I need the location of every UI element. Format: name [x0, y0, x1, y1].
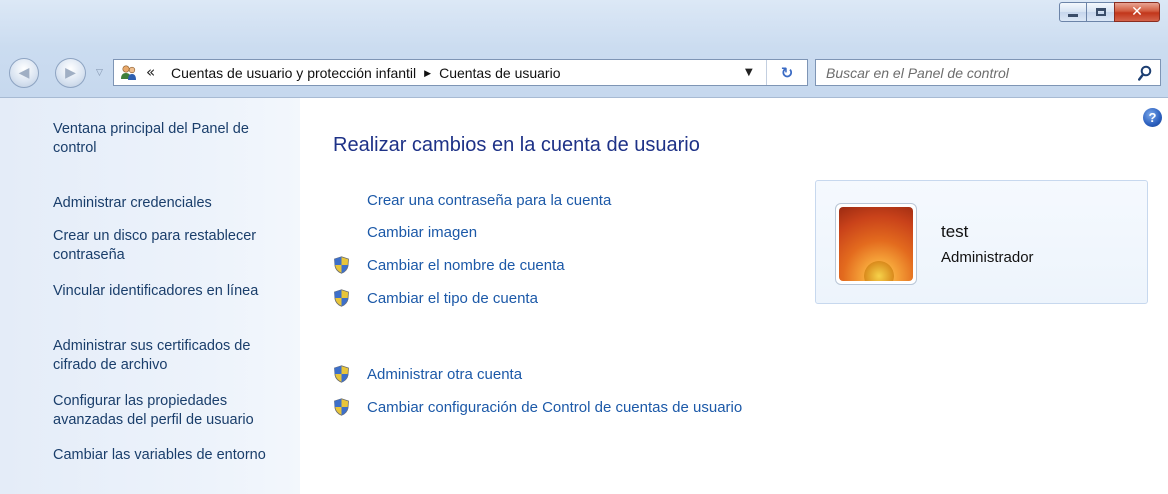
uac-settings-link[interactable]: Cambiar configuración de Control de cuen… — [333, 397, 742, 417]
task-label: Cambiar el tipo de cuenta — [367, 289, 538, 307]
user-accounts-icon — [121, 65, 136, 80]
help-icon[interactable]: ? — [1143, 108, 1162, 127]
search-box[interactable]: Buscar en el Panel de control — [815, 59, 1161, 86]
close-button[interactable]: ✕ — [1114, 2, 1160, 22]
close-icon: ✕ — [1131, 4, 1143, 20]
sidebar-item-advanced-profile-properties[interactable]: Configurar las propiedades avanzadas del… — [53, 392, 293, 430]
refresh-icon: ↻ — [780, 63, 794, 82]
page-title: Realizar cambios en la cuenta de usuario — [333, 134, 700, 156]
title-bar: ✕ — [0, 0, 1168, 48]
avatar — [835, 203, 917, 285]
maximize-icon — [1095, 8, 1106, 16]
breadcrumb: Cuentas de usuario y protección infantil… — [171, 65, 561, 81]
sidebar-item-password-reset-disk[interactable]: Crear un disco para restablecer contrase… — [53, 227, 293, 265]
address-dropdown-icon[interactable]: ▼ — [745, 67, 753, 78]
uac-shield-icon — [334, 398, 349, 416]
back-arrow-icon: ◀ — [18, 65, 30, 81]
refresh-button[interactable]: ↻ — [766, 60, 807, 85]
forward-button[interactable]: ▶ — [55, 58, 86, 88]
flower-picture-icon — [839, 207, 913, 281]
main-content: ? Realizar cambios en la cuenta de usuar… — [300, 98, 1168, 494]
minimize-icon — [1068, 13, 1078, 17]
change-account-type-link[interactable]: Cambiar el tipo de cuenta — [333, 288, 538, 308]
change-picture-link[interactable]: Cambiar imagen — [333, 222, 477, 242]
account-card: test Administrador — [815, 180, 1148, 304]
sidebar-item-file-encryption-certificates[interactable]: Administrar sus certificados de cifrado … — [53, 337, 293, 375]
uac-shield-icon — [334, 256, 349, 274]
maximize-button[interactable] — [1086, 2, 1115, 22]
sidebar-item-manage-credentials[interactable]: Administrar credenciales — [53, 194, 293, 213]
account-type: Administrador — [941, 249, 1034, 266]
task-label: Administrar otra cuenta — [367, 365, 523, 383]
task-label: Crear una contraseña para la cuenta — [367, 191, 612, 209]
sidebar-item-control-panel-home[interactable]: Ventana principal del Panel de control — [53, 120, 293, 158]
address-bar[interactable]: « Cuentas de usuario y protección infant… — [113, 59, 808, 86]
uac-shield-icon — [334, 289, 349, 307]
breadcrumb-item-user-accounts-and-family-safety[interactable]: Cuentas de usuario y protección infantil — [171, 65, 416, 81]
task-label: Cambiar el nombre de cuenta — [367, 256, 565, 274]
task-label: Cambiar configuración de Control de cuen… — [367, 398, 743, 416]
search-icon[interactable] — [1138, 65, 1152, 81]
uac-shield-icon — [334, 365, 349, 383]
forward-arrow-icon: ▶ — [65, 65, 76, 81]
address-overflow-chevron[interactable]: « — [146, 63, 155, 81]
search-input[interactable]: Buscar en el Panel de control — [826, 65, 1009, 81]
manage-another-account-link[interactable]: Administrar otra cuenta — [333, 364, 522, 384]
task-label: Cambiar imagen — [367, 223, 478, 241]
create-password-link[interactable]: Crear una contraseña para la cuenta — [333, 190, 611, 210]
breadcrumb-item-user-accounts[interactable]: Cuentas de usuario — [439, 65, 560, 81]
account-name: test — [941, 222, 969, 241]
sidebar: Ventana principal del Panel de control A… — [0, 98, 300, 494]
breadcrumb-separator-icon[interactable]: ▶ — [424, 68, 431, 78]
recent-pages-dropdown-icon[interactable]: ▽ — [96, 68, 103, 78]
change-account-name-link[interactable]: Cambiar el nombre de cuenta — [333, 255, 565, 275]
minimize-button[interactable] — [1059, 2, 1087, 22]
back-button[interactable]: ◀ — [9, 58, 39, 88]
navigation-bar: ◀ ▶ ▽ « Cuentas de usuario y protección … — [0, 48, 1168, 98]
sidebar-item-environment-variables[interactable]: Cambiar las variables de entorno — [53, 446, 293, 465]
sidebar-item-link-online-ids[interactable]: Vincular identificadores en línea — [53, 282, 293, 301]
window-controls: ✕ — [1059, 2, 1160, 22]
